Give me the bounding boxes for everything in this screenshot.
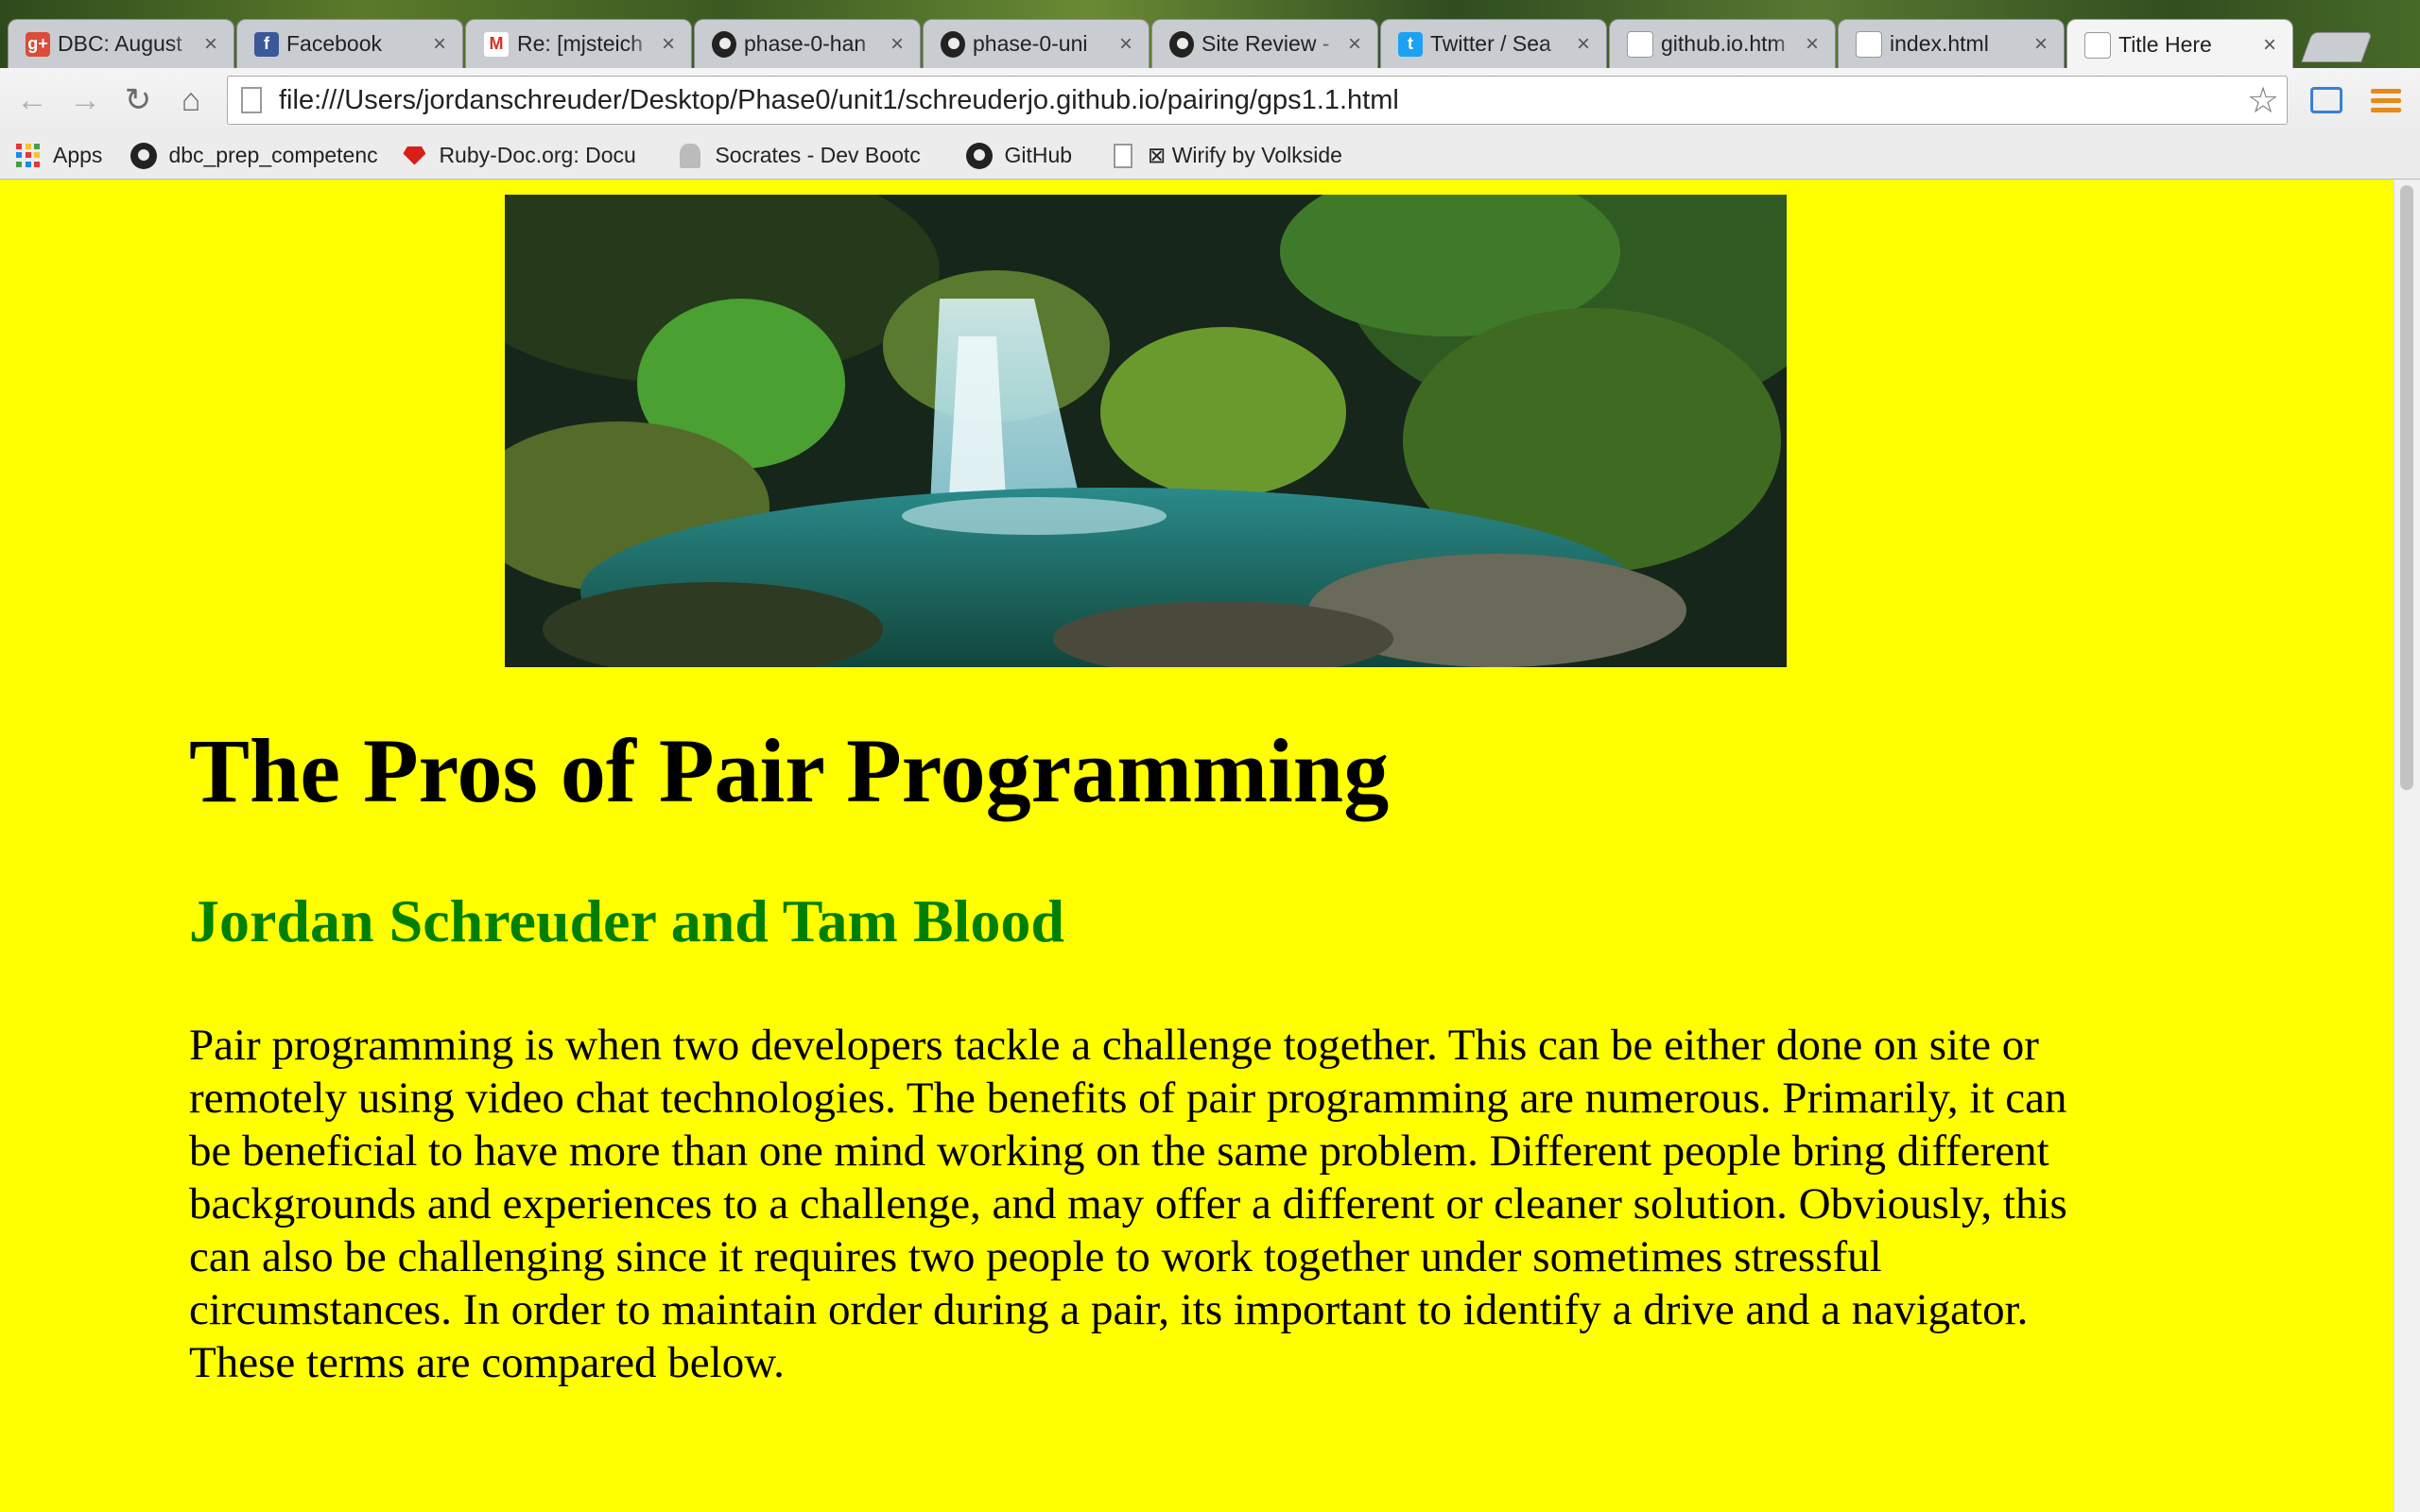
bookmark-dbc-prep[interactable]: dbc_prep_competenc (130, 142, 384, 169)
waterfall-landscape-image (505, 195, 1787, 667)
bookmark-label: Apps (53, 143, 103, 167)
hero-image (505, 195, 1787, 667)
close-icon[interactable]: × (1343, 31, 1366, 58)
tab-label: Facebook (286, 31, 383, 56)
google-plus-icon: g+ (26, 31, 50, 57)
bookmark-ruby-doc[interactable]: Ruby-Doc.org: Docu (401, 143, 656, 169)
page-icon (1627, 30, 1653, 58)
tab-strip: g+ DBC: August × f Facebook × M Re: [mjs… (0, 0, 2420, 68)
bookmark-star-icon[interactable]: ☆ (2239, 79, 2287, 122)
tab-label: Twitter / Sea (1430, 31, 1551, 56)
github-icon (966, 142, 994, 169)
tab-dbc-august[interactable]: g+ DBC: August × (8, 19, 234, 68)
close-icon[interactable]: × (428, 31, 451, 58)
close-icon[interactable]: × (1115, 31, 1137, 58)
bookmarks-bar: Apps dbc_prep_competenc Ruby-Doc.org: Do… (0, 132, 2420, 180)
cast-icon[interactable] (2310, 87, 2342, 113)
bookmark-github[interactable]: GitHub (966, 142, 1073, 169)
bookmark-label: dbc_prep_competenc (168, 143, 378, 167)
tab-github-io[interactable]: github.io.htm × (1609, 19, 1836, 68)
github-icon (712, 30, 736, 58)
socrates-icon (677, 143, 703, 169)
tab-label: Title Here (2118, 32, 2212, 57)
close-icon[interactable]: × (657, 31, 680, 58)
page-icon (241, 87, 262, 113)
bookmark-label: Ruby-Doc.org: Docu (439, 143, 636, 167)
github-icon (941, 30, 965, 58)
tab-gmail[interactable]: M Re: [mjsteich × (465, 19, 692, 68)
vertical-scrollbar[interactable] (2394, 180, 2420, 1512)
bookmark-label: Socrates - Dev Bootc (715, 143, 921, 167)
github-icon (1169, 30, 1194, 58)
close-icon[interactable]: × (886, 31, 908, 58)
tab-title-here[interactable]: Title Here × (2066, 19, 2293, 68)
bookmark-apps[interactable]: Apps (15, 143, 102, 169)
home-icon[interactable]: ⌂ (172, 82, 210, 118)
bookmark-label: GitHub (1004, 143, 1073, 167)
apps-grid-icon (15, 143, 42, 169)
close-icon[interactable]: × (2258, 32, 2281, 59)
scrollbar-thumb[interactable] (2400, 185, 2413, 790)
tab-label: DBC: August (58, 31, 182, 56)
bookmark-socrates[interactable]: Socrates - Dev Bootc (677, 143, 951, 169)
new-tab-button[interactable] (2301, 32, 2373, 62)
tab-phase-0-uni[interactable]: phase-0-uni × (923, 19, 1150, 68)
tab-twitter[interactable]: t Twitter / Sea × (1380, 19, 1607, 68)
close-icon[interactable]: × (1572, 31, 1595, 58)
browser-chrome: g+ DBC: August × f Facebook × M Re: [mjs… (0, 0, 2420, 180)
tab-label: index.html (1890, 31, 1989, 56)
tab-facebook[interactable]: f Facebook × (236, 19, 463, 68)
reload-icon[interactable]: ↻ (119, 82, 157, 118)
tab-label: github.io.htm (1661, 31, 1786, 56)
tab-label: phase-0-han (744, 31, 867, 56)
tab-phase-0-han[interactable]: phase-0-han × (694, 19, 921, 68)
twitter-icon: t (1398, 31, 1423, 57)
bookmark-label: ⊠ Wirify by Volkside (1148, 143, 1342, 167)
url-text[interactable]: file:///Users/jordanschreuder/Desktop/Ph… (279, 85, 2239, 116)
page-icon (2084, 31, 2111, 59)
browser-toolbar: ← → ↻ ⌂ file:///Users/jordanschreuder/De… (0, 68, 2420, 132)
intro-paragraph: Pair programming is when two developers … (189, 1021, 2067, 1387)
bookmark-wirify[interactable]: ⊠ Wirify by Volkside (1110, 143, 1342, 169)
tab-label: phase-0-uni (973, 31, 1088, 56)
page-icon (1856, 30, 1882, 58)
facebook-icon: f (254, 31, 279, 57)
menu-icon[interactable] (2371, 89, 2401, 113)
tab-site-review[interactable]: Site Review - × (1151, 19, 1378, 68)
ruby-icon (401, 143, 427, 169)
back-arrow-icon[interactable]: ← (13, 82, 51, 118)
forward-arrow-icon[interactable]: → (66, 82, 104, 118)
close-icon[interactable]: × (199, 31, 222, 58)
gmail-icon: M (483, 30, 510, 58)
page-title: The Pros of Pair Programming (189, 720, 1390, 821)
tab-index-html[interactable]: index.html × (1838, 19, 2065, 68)
github-icon (130, 142, 158, 169)
tab-label: Re: [mjsteich (517, 31, 643, 56)
authors-heading: Jordan Schreuder and Tam Blood (189, 887, 1064, 954)
tab-label: Site Review - (1201, 31, 1330, 56)
close-icon[interactable]: × (2030, 31, 2052, 58)
page-icon (1110, 143, 1136, 169)
address-bar[interactable]: file:///Users/jordanschreuder/Desktop/Ph… (227, 76, 2288, 125)
close-icon[interactable]: × (1801, 31, 1824, 58)
page-viewport: The Pros of Pair Programming Jordan Schr… (0, 180, 2394, 1512)
